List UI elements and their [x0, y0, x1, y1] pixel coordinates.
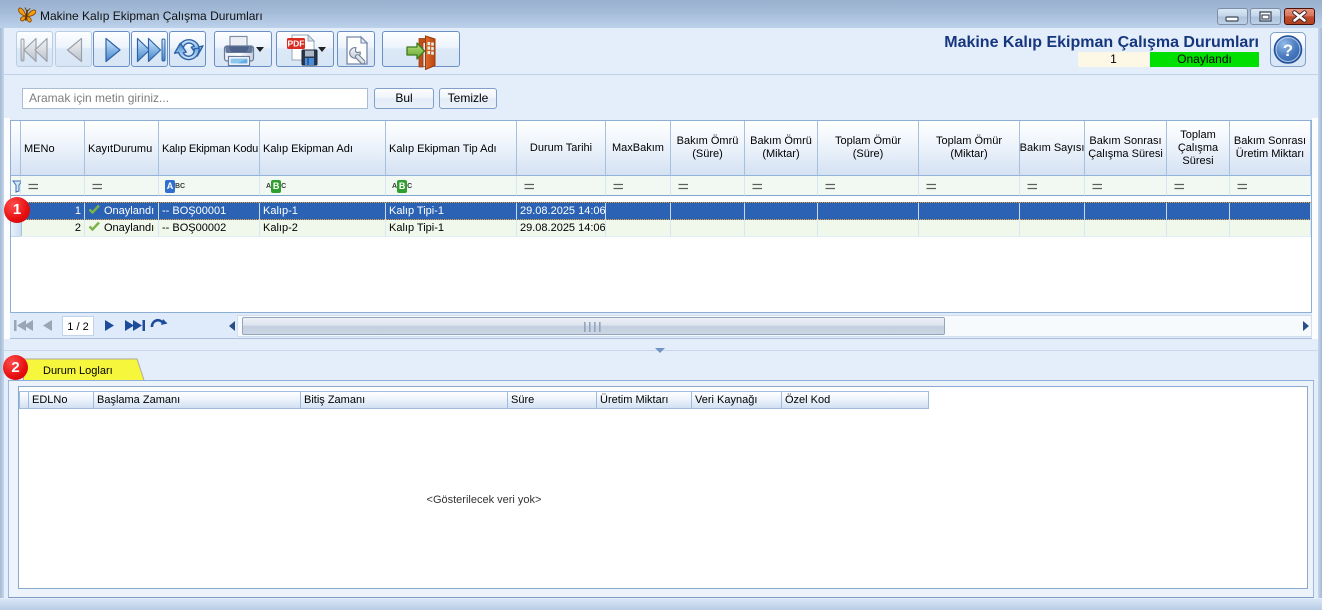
- svg-text:?: ?: [1283, 41, 1293, 60]
- svg-text:PDF: PDF: [288, 39, 305, 49]
